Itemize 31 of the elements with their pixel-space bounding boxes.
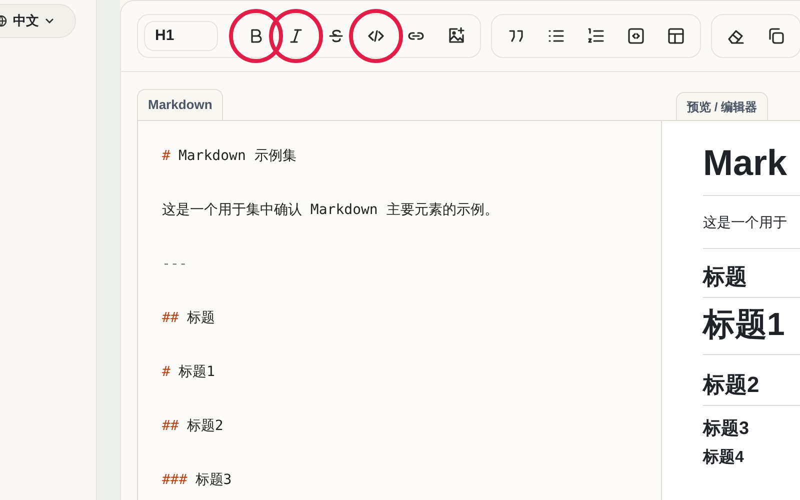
code-block-icon <box>626 26 646 46</box>
heading-marker: # <box>162 146 170 166</box>
numbered-list-icon <box>586 26 606 46</box>
heading-marker: ### <box>162 470 188 490</box>
heading-marker: # <box>162 362 170 382</box>
heading-text: Markdown 示例集 <box>178 146 296 166</box>
heading-text: 标题2 <box>186 416 224 436</box>
preview-heading: Mark <box>703 145 800 196</box>
markdown-editor[interactable]: # Markdown 示例集 这是一个用于集中确认 Markdown 主要元素的示例。 --- ## 标题 # 标题1 ## 标题2 ### 标题3 <box>137 120 662 500</box>
preview-heading: 标题3 <box>703 417 750 440</box>
paragraph-text: 这是一个用于集中确认 Markdown 主要元素的示例。 <box>162 200 498 220</box>
heading-select[interactable]: H1 <box>144 21 218 51</box>
preview-tab[interactable]: 预览 / 编辑器 <box>676 92 768 120</box>
preview-paragraph: 这是一个用于 <box>703 213 788 232</box>
preview-heading: 标题4 <box>703 448 745 468</box>
heading-text: 标题 <box>186 308 215 328</box>
heading-marker: ## <box>162 416 179 436</box>
preview-heading: 标题 <box>703 263 800 298</box>
preview-heading: 标题1 <box>703 308 800 355</box>
language-label: 中文 <box>13 12 39 30</box>
heading-text: 标题1 <box>178 362 215 382</box>
image-add-icon <box>446 26 466 46</box>
preview-heading: 标题2 <box>703 371 800 406</box>
language-switcher[interactable]: 中文 <box>0 4 76 38</box>
heading-marker: ## <box>162 308 179 328</box>
rule-markup: --- <box>162 254 188 274</box>
chevron-down-icon <box>45 18 54 24</box>
table-icon <box>666 26 686 46</box>
markdown-tab[interactable]: Markdown <box>137 89 224 120</box>
copy-icon <box>766 26 786 46</box>
heading-text: 标题3 <box>195 470 232 490</box>
